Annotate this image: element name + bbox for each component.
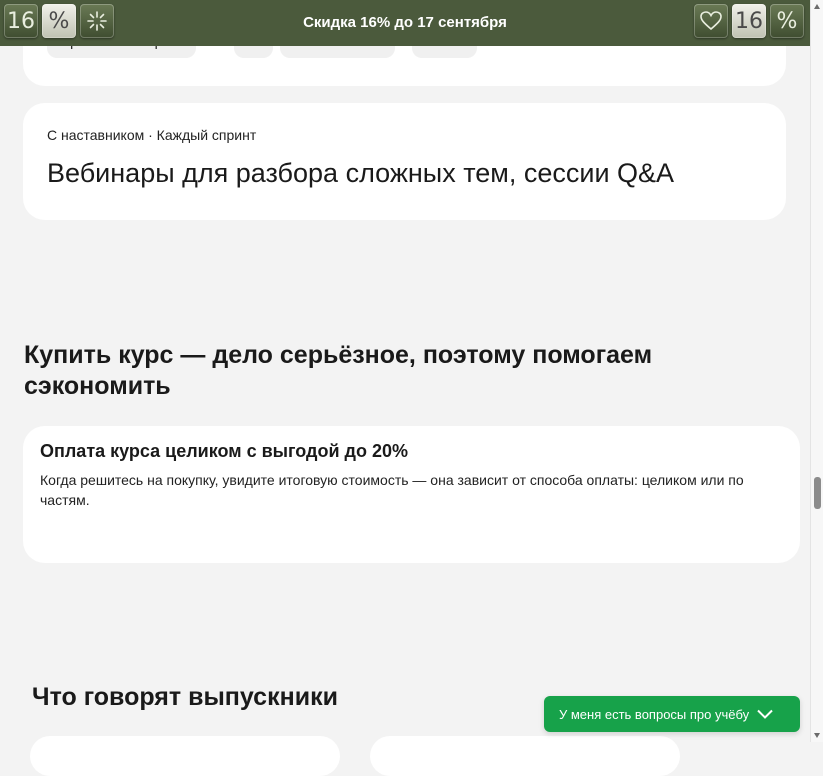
- banner-tile-percent-right: %: [770, 4, 804, 38]
- scroll-thumb[interactable]: [814, 477, 821, 509]
- pricing-heading: Купить курс — дело серьёзное, поэтому по…: [24, 341, 653, 400]
- banner-text: Скидка 16% до 17 сентября: [303, 14, 507, 31]
- payment-card-title: Оплата курса целиком с выгодой до 20%: [40, 441, 408, 461]
- chevron-down-icon: [757, 709, 773, 719]
- scroll-up-arrow-icon[interactable]: [814, 4, 820, 9]
- questions-button[interactable]: У меня есть вопросы про учёбу: [544, 696, 800, 732]
- webinar-card: С наставником · Каждый спринт Вебинары д…: [23, 103, 786, 220]
- page-scrollbar[interactable]: [810, 0, 823, 742]
- questions-button-label: У меня есть вопросы про учёбу: [559, 706, 750, 722]
- webinar-title: Вебинары для разбора сложных тем, сессии…: [47, 158, 675, 188]
- heart-icon: [694, 4, 728, 38]
- payment-card-text: Когда решитесь на покупку, увидите итого…: [40, 472, 744, 508]
- review-card: [30, 736, 340, 776]
- promo-banner[interactable]: 16 % Скидка 16% до 17 сентября 16 %: [0, 0, 810, 46]
- webinar-meta: С наставником · Каждый спринт: [47, 127, 257, 143]
- banner-tile-16-right: 16: [732, 4, 766, 38]
- graduates-heading: Что говорят выпускники: [32, 683, 338, 711]
- review-card: [370, 736, 680, 776]
- payment-card: Оплата курса целиком с выгодой до 20% Ко…: [23, 426, 800, 563]
- scroll-down-arrow-icon[interactable]: [814, 733, 820, 738]
